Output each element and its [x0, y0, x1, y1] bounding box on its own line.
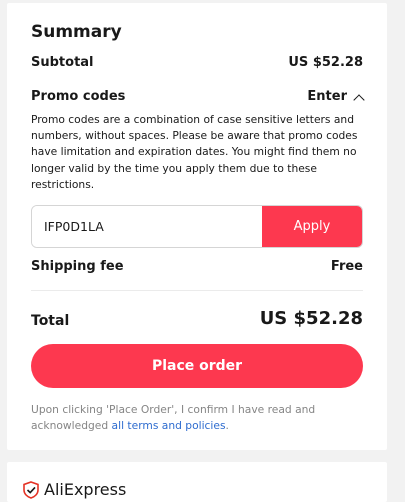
- promo-code-form: Apply: [31, 205, 363, 248]
- promo-description: Promo codes are a combination of case se…: [31, 113, 358, 191]
- shipping-label: Shipping fee: [31, 259, 124, 274]
- divider: [31, 290, 363, 291]
- legal-notice: Upon clicking 'Place Order', I confirm I…: [31, 402, 363, 434]
- promo-toggle-label: Enter: [307, 89, 347, 104]
- promo-label: Promo codes: [31, 89, 126, 104]
- shield-check-icon: [23, 481, 39, 499]
- brand: AliExpress: [23, 481, 126, 499]
- subtotal-label: Subtotal: [31, 55, 94, 70]
- promo-toggle[interactable]: Enter: [307, 88, 365, 106]
- shipping-value: Free: [330, 259, 363, 274]
- total-label: Total: [31, 313, 70, 329]
- terms-link[interactable]: all terms and policies: [112, 419, 226, 432]
- order-summary-card: Summary Subtotal US $52.28 Promo codes E…: [7, 3, 387, 450]
- apply-button[interactable]: Apply: [262, 206, 362, 247]
- total-value: US $52.28: [259, 308, 363, 329]
- chevron-up-icon: [353, 93, 365, 106]
- brand-card: AliExpress: [7, 462, 387, 502]
- brand-name: AliExpress: [44, 480, 127, 499]
- legal-end: .: [225, 419, 229, 432]
- summary-title: Summary: [31, 22, 122, 42]
- promo-code-input[interactable]: [32, 206, 262, 247]
- subtotal-value: US $52.28: [288, 55, 363, 70]
- place-order-button[interactable]: Place order: [31, 344, 363, 388]
